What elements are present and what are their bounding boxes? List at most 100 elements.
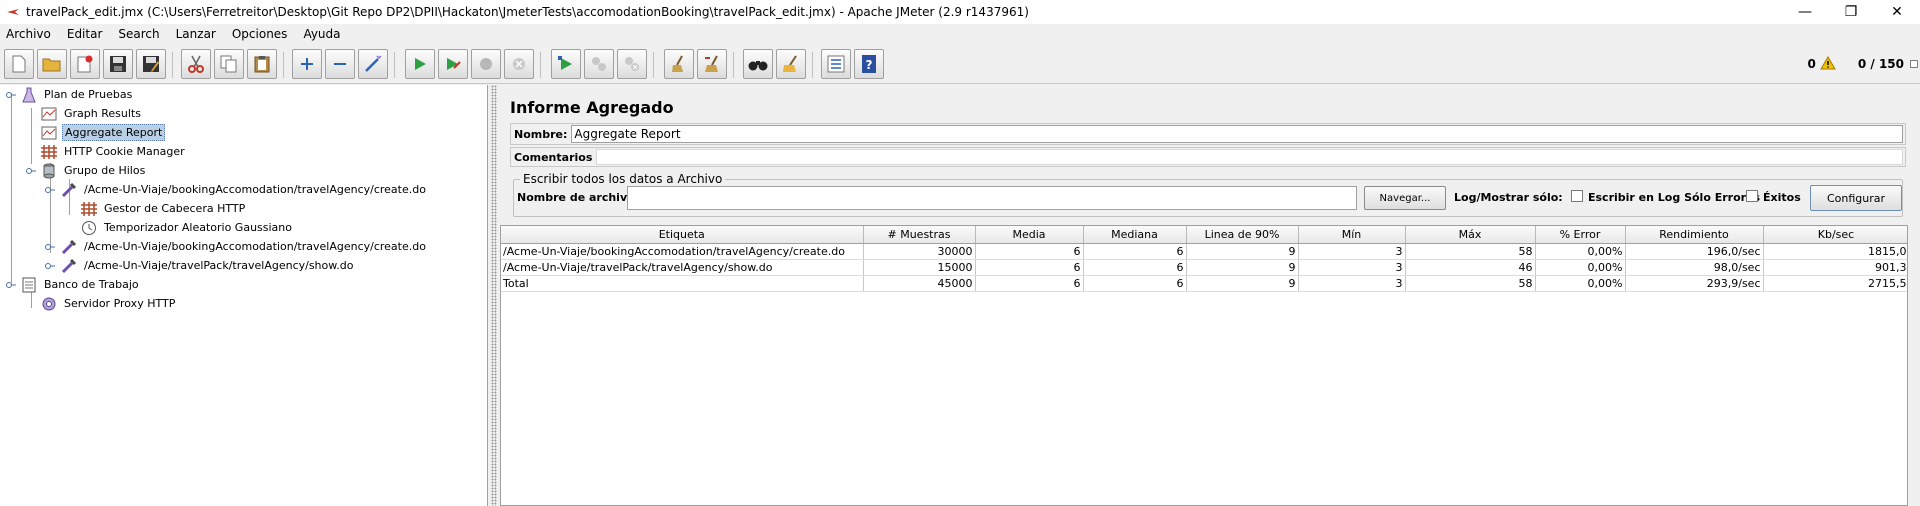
collapse-toggle[interactable] [45, 261, 55, 271]
shutdown-button[interactable] [504, 49, 534, 79]
expand-toggle[interactable] [45, 185, 55, 195]
close-plan-button[interactable] [70, 49, 100, 79]
tree-node-grupo-de-hilos[interactable]: Grupo de Hilos [40, 161, 147, 180]
stop-button[interactable] [471, 49, 501, 79]
test-plan-tree: Plan de Pruebas Graph Results Aggregate … [0, 85, 488, 506]
close-button[interactable]: ✕ [1874, 0, 1920, 24]
broom-icon [670, 55, 688, 73]
tree-node-header-manager[interactable]: Gestor de Cabecera HTTP [80, 199, 247, 218]
collapse-all-button[interactable] [325, 49, 355, 79]
stop-icon [478, 56, 494, 72]
report-chart-icon [40, 125, 58, 141]
panel-splitter[interactable] [488, 85, 500, 506]
menu-lanzar[interactable]: Lanzar [174, 27, 218, 41]
templates-button[interactable] [37, 49, 67, 79]
table-row-total[interactable]: Total 45000 6 6 9 3 58 0,00% 293,9/sec 2… [501, 275, 1907, 292]
tree-node-graph-results[interactable]: Graph Results [40, 104, 143, 123]
col-header-mediana[interactable]: Mediana [1083, 226, 1187, 244]
success-checkbox[interactable] [1746, 190, 1758, 202]
browse-button[interactable]: Navegar... [1364, 186, 1446, 210]
title-bar: travelPack_edit.jmx (C:\Users\Ferretreit… [0, 0, 1920, 24]
save-as-button[interactable] [136, 49, 166, 79]
col-header-min[interactable]: Mín [1298, 226, 1406, 244]
warning-triangle-icon[interactable] [1819, 55, 1836, 73]
menu-archivo[interactable]: Archivo [4, 27, 53, 41]
remote-shutdown-icon [623, 55, 641, 73]
new-button[interactable] [4, 49, 34, 79]
cell-average: 6 [975, 243, 1084, 260]
wand-icon [364, 55, 382, 73]
col-header-media[interactable]: Media [975, 226, 1084, 244]
tree-node-cookie-manager[interactable]: HTTP Cookie Manager [40, 142, 187, 161]
table-row[interactable]: /Acme-Un-Viaje/travelPack/travelAgency/s… [501, 259, 1907, 276]
filename-label: Nombre de archivo [517, 191, 635, 204]
menu-ayuda[interactable]: Ayuda [301, 27, 342, 41]
folder-open-icon [42, 56, 62, 72]
start-button[interactable] [405, 49, 435, 79]
tree-node-sampler-show[interactable]: /Acme-Un-Viaje/travelPack/travelAgency/s… [60, 256, 355, 275]
toolbar-separator [653, 52, 654, 78]
collapse-toggle[interactable] [45, 242, 55, 252]
graph-chart-icon [40, 106, 58, 122]
filename-input[interactable] [627, 186, 1357, 210]
sampler-pipette-icon [60, 258, 78, 274]
remote-start-button[interactable] [551, 49, 581, 79]
clear-all-button[interactable] [697, 49, 727, 79]
menu-editar[interactable]: Editar [65, 27, 105, 41]
col-header-linea-90[interactable]: Linea de 90% [1186, 226, 1299, 244]
expand-toggle[interactable] [6, 90, 16, 100]
tree-node-workbench[interactable]: Banco de Trabajo [20, 275, 141, 294]
col-header-max[interactable]: Máx [1405, 226, 1536, 244]
remote-shutdown-button[interactable] [617, 49, 647, 79]
file-section-legend: Escribir todos los datos a Archivo [520, 172, 726, 186]
menu-search[interactable]: Search [116, 27, 161, 41]
table-row[interactable]: /Acme-Un-Viaje/bookingAccomodation/trave… [501, 243, 1907, 260]
configure-button[interactable]: Configurar [1810, 185, 1902, 211]
comments-field[interactable] [596, 149, 1903, 165]
col-header-kb-sec[interactable]: Kb/sec [1763, 226, 1907, 244]
col-header-rendimiento[interactable]: Rendimiento [1625, 226, 1764, 244]
start-no-pauses-button[interactable] [438, 49, 468, 79]
log-display-label: Log/Mostrar sólo: [1454, 191, 1563, 204]
tree-node-aggregate-report[interactable]: Aggregate Report [40, 123, 166, 142]
paste-button[interactable] [247, 49, 277, 79]
clear-button[interactable] [664, 49, 694, 79]
name-field[interactable]: Aggregate Report [571, 125, 1903, 143]
cell-max: 58 [1405, 243, 1536, 260]
toolbar-separator [172, 52, 173, 78]
restore-button[interactable]: ❐ [1828, 0, 1874, 24]
error-count: 0 [1807, 57, 1816, 71]
tree-node-sampler-create[interactable]: /Acme-Un-Viaje/bookingAccomodation/trave… [60, 180, 428, 199]
expand-all-button[interactable] [292, 49, 322, 79]
tree-node-plan-de-pruebas[interactable]: Plan de Pruebas [20, 85, 134, 104]
tree-node-proxy-server[interactable]: Servidor Proxy HTTP [40, 294, 177, 313]
help-button[interactable]: ? [854, 49, 884, 79]
col-header-error[interactable]: % Error [1535, 226, 1626, 244]
remote-stop-button[interactable] [584, 49, 614, 79]
col-header-muestras[interactable]: # Muestras [863, 226, 976, 244]
errors-only-checkbox[interactable] [1571, 190, 1583, 202]
cell-min: 3 [1298, 275, 1406, 292]
reset-search-button[interactable] [776, 49, 806, 79]
cell-min: 3 [1298, 259, 1406, 276]
menu-opciones[interactable]: Opciones [230, 27, 290, 41]
cell-median: 6 [1083, 275, 1187, 292]
save-disk-icon [109, 55, 127, 73]
toolbar-separator [283, 52, 284, 78]
expand-toggle[interactable] [26, 166, 36, 176]
remote-stop-icon [590, 55, 608, 73]
new-file-icon [11, 55, 27, 73]
minimize-button[interactable]: — [1782, 0, 1828, 24]
expand-toggle[interactable] [6, 280, 16, 290]
toggle-button[interactable] [358, 49, 388, 79]
tree-node-sampler-create-2[interactable]: /Acme-Un-Viaje/bookingAccomodation/trave… [60, 237, 428, 256]
menu-bar: Archivo Editar Search Lanzar Opciones Ay… [0, 24, 1920, 44]
cell-samples: 30000 [863, 243, 976, 260]
search-button[interactable] [743, 49, 773, 79]
tree-node-gaussian-timer[interactable]: Temporizador Aleatorio Gaussiano [80, 218, 294, 237]
save-button[interactable] [103, 49, 133, 79]
copy-button[interactable] [214, 49, 244, 79]
function-helper-button[interactable] [821, 49, 851, 79]
cut-button[interactable] [181, 49, 211, 79]
col-header-etiqueta[interactable]: Etiqueta [501, 226, 864, 244]
